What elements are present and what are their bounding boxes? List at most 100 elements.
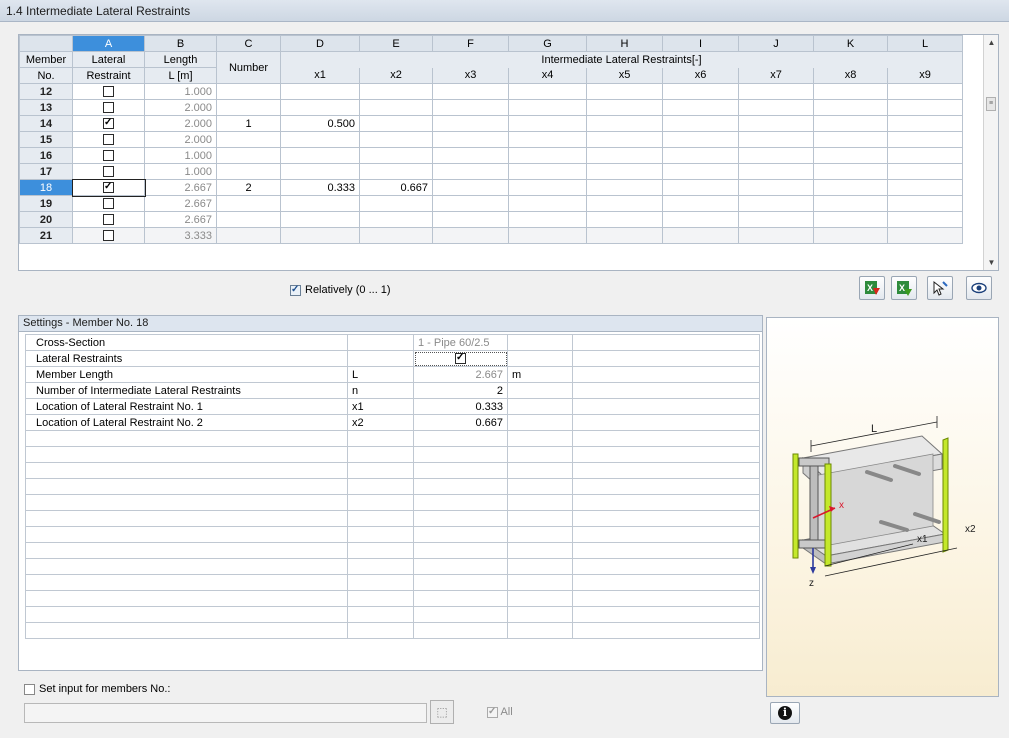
lateral-restraint-checkbox[interactable] — [103, 166, 114, 178]
table-scrollbar[interactable]: ▲ ≡ ▼ — [983, 35, 998, 270]
view-button[interactable] — [966, 276, 992, 300]
settings-value[interactable]: 0.667 — [413, 414, 508, 431]
x2-cell[interactable] — [359, 195, 433, 212]
x1-cell[interactable] — [280, 163, 360, 180]
x5-cell[interactable] — [586, 163, 663, 180]
x7-cell[interactable] — [738, 195, 814, 212]
scroll-up-icon[interactable]: ▲ — [984, 35, 999, 50]
x4-cell[interactable] — [508, 115, 587, 132]
x8-cell[interactable] — [813, 115, 888, 132]
settings-value[interactable]: 2 — [413, 382, 508, 399]
x5-cell[interactable] — [586, 211, 663, 228]
lateral-restraint-cell[interactable] — [72, 83, 145, 100]
table-row[interactable]: 15 2.000 — [19, 131, 963, 148]
x5-cell[interactable] — [586, 227, 663, 244]
row-number[interactable]: 19 — [19, 195, 73, 212]
x3-cell[interactable] — [432, 227, 509, 244]
pick-members-button[interactable]: ⬚ — [430, 700, 454, 724]
scroll-thumb[interactable]: ≡ — [986, 97, 996, 111]
x3-cell[interactable] — [432, 195, 509, 212]
x3-cell[interactable] — [432, 83, 509, 100]
lateral-restraint-cell[interactable] — [71, 178, 146, 197]
scroll-down-icon[interactable]: ▼ — [984, 255, 999, 270]
col-letter-b[interactable]: B — [144, 35, 217, 52]
lateral-restraint-cell[interactable] — [72, 115, 145, 132]
number-cell[interactable]: 2 — [216, 179, 281, 196]
all-checkbox[interactable] — [487, 706, 498, 718]
col-letter-g[interactable]: G — [508, 35, 587, 52]
x1-cell[interactable] — [280, 83, 360, 100]
x2-cell[interactable] — [359, 227, 433, 244]
x1-cell[interactable] — [280, 147, 360, 164]
table-row[interactable]: 14 2.00010.500 — [19, 115, 963, 132]
x2-cell[interactable] — [359, 163, 433, 180]
x5-cell[interactable] — [586, 131, 663, 148]
row-number[interactable]: 21 — [19, 227, 73, 244]
col-letter-i[interactable]: I — [662, 35, 739, 52]
x5-cell[interactable] — [586, 147, 663, 164]
number-cell[interactable] — [216, 211, 281, 228]
number-cell[interactable] — [216, 147, 281, 164]
col-letter-h[interactable]: H — [586, 35, 663, 52]
table-row[interactable]: 20 2.667 — [19, 211, 963, 228]
x2-cell[interactable]: 0.667 — [359, 179, 433, 196]
x1-cell[interactable]: 0.500 — [280, 115, 360, 132]
row-number[interactable]: 18 — [19, 179, 73, 196]
lateral-restraint-checkbox[interactable] — [103, 230, 114, 242]
x6-cell[interactable] — [662, 195, 739, 212]
number-cell[interactable] — [216, 163, 281, 180]
lateral-restraint-cell[interactable] — [72, 195, 145, 212]
x3-cell[interactable] — [432, 131, 509, 148]
lateral-restraint-cell[interactable] — [72, 163, 145, 180]
x4-cell[interactable] — [508, 179, 587, 196]
table-row[interactable]: 19 2.667 — [19, 195, 963, 212]
lateral-restraints-checkbox[interactable] — [455, 353, 466, 365]
x8-cell[interactable] — [813, 211, 888, 228]
x6-cell[interactable] — [662, 163, 739, 180]
x3-cell[interactable] — [432, 99, 509, 116]
x2-cell[interactable] — [359, 83, 433, 100]
row-number[interactable]: 16 — [19, 147, 73, 164]
lateral-restraint-checkbox[interactable] — [103, 198, 114, 210]
excel-export-button[interactable]: X — [859, 276, 885, 300]
lateral-restraint-checkbox[interactable] — [103, 118, 114, 130]
x9-cell[interactable] — [887, 163, 963, 180]
x7-cell[interactable] — [738, 163, 814, 180]
settings-value[interactable]: 0.333 — [413, 398, 508, 415]
x5-cell[interactable] — [586, 99, 663, 116]
x7-cell[interactable] — [738, 131, 814, 148]
row-number[interactable]: 12 — [19, 83, 73, 100]
lateral-restraint-cell[interactable] — [72, 227, 145, 244]
x6-cell[interactable] — [662, 179, 739, 196]
col-letter-c[interactable]: C — [216, 35, 281, 52]
x1-cell[interactable] — [280, 131, 360, 148]
number-cell[interactable]: 1 — [216, 115, 281, 132]
col-letter-a[interactable]: A — [72, 35, 145, 52]
x9-cell[interactable] — [887, 131, 963, 148]
x9-cell[interactable] — [887, 115, 963, 132]
x6-cell[interactable] — [662, 227, 739, 244]
lateral-restraint-checkbox[interactable] — [103, 102, 114, 114]
x4-cell[interactable] — [508, 211, 587, 228]
x8-cell[interactable] — [813, 227, 888, 244]
x9-cell[interactable] — [887, 195, 963, 212]
x5-cell[interactable] — [586, 195, 663, 212]
x8-cell[interactable] — [813, 147, 888, 164]
x6-cell[interactable] — [662, 131, 739, 148]
x2-cell[interactable] — [359, 115, 433, 132]
relatively-checkbox[interactable] — [290, 284, 301, 296]
table-row[interactable]: 21 3.333 — [19, 227, 963, 244]
relatively-option[interactable]: Relatively (0 ... 1) — [290, 282, 391, 298]
x2-cell[interactable] — [359, 131, 433, 148]
table-row[interactable]: 17 1.000 — [19, 163, 963, 180]
x6-cell[interactable] — [662, 147, 739, 164]
number-cell[interactable] — [216, 131, 281, 148]
x6-cell[interactable] — [662, 83, 739, 100]
row-number[interactable]: 14 — [19, 115, 73, 132]
x9-cell[interactable] — [887, 83, 963, 100]
x4-cell[interactable] — [508, 99, 587, 116]
x8-cell[interactable] — [813, 179, 888, 196]
set-input-option[interactable]: Set input for members No.: — [24, 681, 170, 697]
all-option[interactable]: All — [487, 704, 513, 720]
x6-cell[interactable] — [662, 115, 739, 132]
